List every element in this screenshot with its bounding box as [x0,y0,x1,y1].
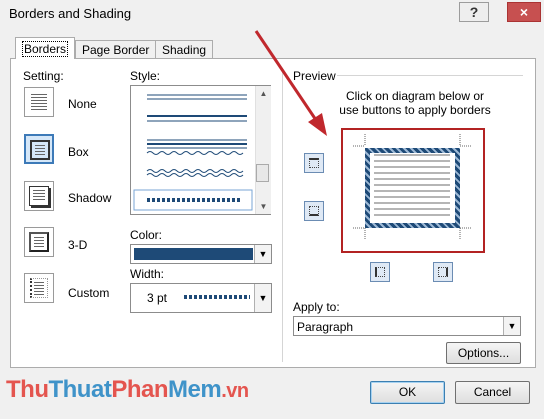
tab-page-border[interactable]: Page Border [75,40,157,58]
preview-rule [337,75,523,76]
close-icon: × [519,4,529,20]
width-value: 3 pt [147,291,168,305]
top-border-button[interactable] [304,153,324,173]
width-label: Width: [130,267,165,281]
setting-3d-label[interactable]: 3-D [68,238,87,252]
cancel-button[interactable]: Cancel [455,381,530,404]
chevron-down-icon[interactable]: ▼ [254,284,271,312]
apply-to-select[interactable]: Paragraph ▼ [293,316,521,336]
style-samples [133,94,253,211]
setting-none-icon[interactable] [24,87,54,117]
scroll-up-icon[interactable]: ▲ [256,86,271,101]
divider [282,68,283,362]
preview-instructions: Click on diagram below or use buttons to… [330,89,500,117]
setting-none-label[interactable]: None [68,97,97,111]
tab-shading-label: Shading [162,43,207,57]
setting-custom-label[interactable]: Custom [68,286,109,300]
setting-label: Setting: [23,69,64,83]
scrollbar-thumb[interactable] [256,164,269,182]
setting-box-icon[interactable] [24,134,54,164]
width-sample [184,295,250,299]
help-button[interactable]: ? [459,2,489,22]
left-border-button[interactable] [370,262,390,282]
help-icon: ? [469,4,479,20]
tab-borders-label: Borders [22,41,69,57]
preview-instruction-line2: use buttons to apply borders [339,103,491,117]
setting-box-label[interactable]: Box [68,145,89,159]
apply-to-label: Apply to: [293,300,340,314]
watermark-part2: Thuat [48,376,112,403]
color-label: Color: [130,228,163,242]
right-border-button[interactable] [433,262,453,282]
watermark-part1: Thu [6,376,49,403]
style-scrollbar[interactable]: ▲ ▼ [255,86,271,214]
preview-label: Preview [293,69,336,83]
setting-custom-icon[interactable] [24,273,54,303]
style-line-wave [146,151,244,155]
setting-shadow-label[interactable]: Shadow [68,191,111,205]
preview-text-lines [374,154,450,220]
color-swatch [134,248,253,260]
style-listbox[interactable] [130,85,271,215]
setting-3d-icon[interactable] [24,227,54,257]
scroll-down-icon[interactable]: ▼ [256,199,271,214]
style-line-double-wave [146,169,244,173]
chevron-down-icon[interactable]: ▼ [503,317,520,335]
tab-borders[interactable]: Borders [15,37,76,59]
apply-to-value: Paragraph [297,320,354,334]
close-button[interactable]: × [507,2,541,22]
style-label: Style: [130,69,161,83]
setting-shadow-icon[interactable] [24,181,54,211]
options-button[interactable]: Options... [446,342,521,364]
window-title: Borders and Shading [9,6,132,21]
watermark: ThuThuatPhanMem.vn [6,376,249,404]
tab-shading[interactable]: Shading [155,40,214,58]
preview-instruction-line1: Click on diagram below or [345,89,485,103]
chevron-down-icon[interactable]: ▼ [254,245,271,263]
watermark-part3: Phan [111,376,168,403]
watermark-part4: Mem [168,376,222,403]
width-select[interactable]: 3 pt ▼ [130,283,272,313]
tab-page-border-label: Page Border [82,43,150,57]
watermark-part5: .vn [221,380,249,402]
color-select[interactable]: ▼ [130,244,272,264]
ok-button[interactable]: OK [370,381,445,404]
bottom-border-button[interactable] [304,201,324,221]
